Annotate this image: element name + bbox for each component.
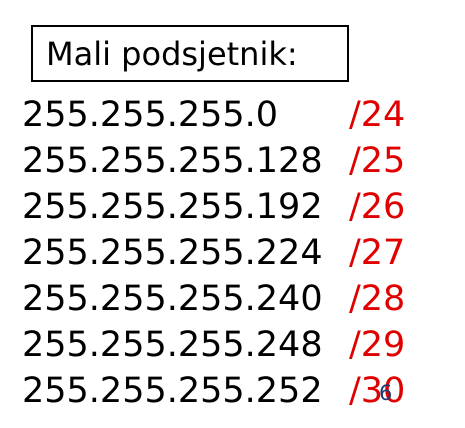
slide-number: 6 bbox=[379, 381, 393, 405]
cidr-prefix: /24 bbox=[349, 95, 406, 135]
title-box: Mali podsjetnik: bbox=[31, 25, 349, 82]
page-title: Mali podsjetnik: bbox=[46, 34, 298, 73]
cidr-prefix: /25 bbox=[349, 141, 406, 181]
cidr-prefix: /28 bbox=[349, 279, 406, 319]
subnet-mask-value: 255.255.255.192 bbox=[22, 187, 323, 227]
cidr-prefix: /30 bbox=[349, 371, 406, 411]
cidr-prefix: /26 bbox=[349, 187, 406, 227]
subnet-mask-value: 255.255.255.128 bbox=[22, 141, 323, 181]
subnet-mask-value: 255.255.255.248 bbox=[22, 325, 323, 365]
subnet-mask-value: 255.255.255.240 bbox=[22, 279, 323, 319]
subnet-mask-value: 255.255.255.252 bbox=[22, 371, 323, 411]
subnet-mask-value: 255.255.255.224 bbox=[22, 233, 323, 273]
subnet-mask-value: 255.255.255.0 bbox=[22, 95, 279, 135]
cidr-prefix: /29 bbox=[349, 325, 406, 365]
cidr-prefix: /27 bbox=[349, 233, 406, 273]
